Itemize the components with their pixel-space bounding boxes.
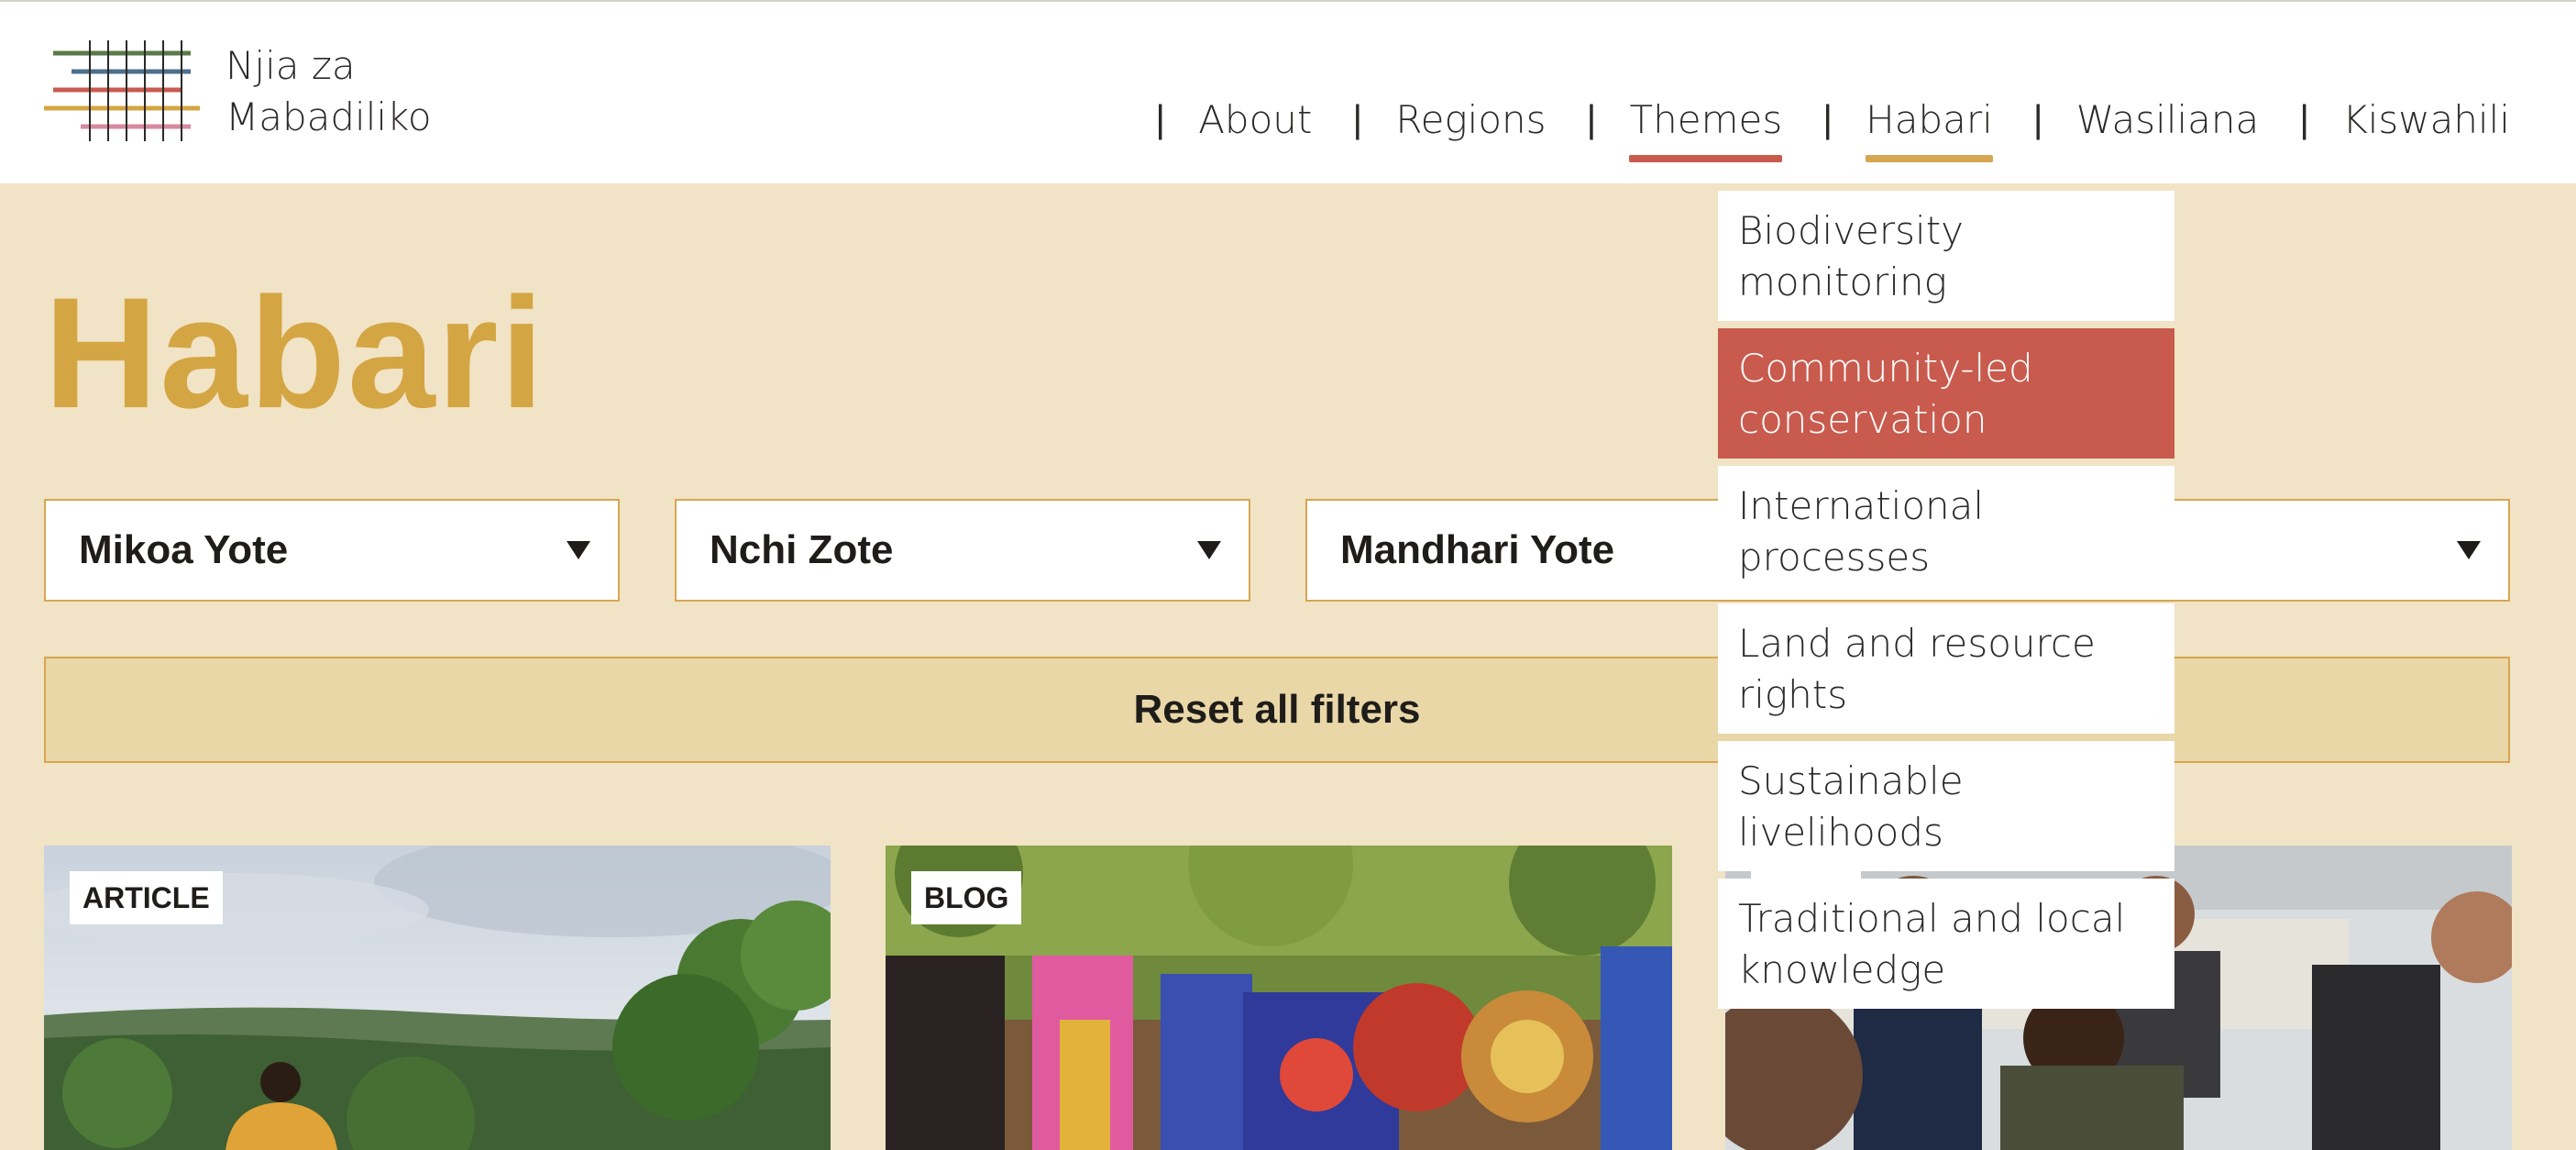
nav-separator: | (2032, 97, 2043, 140)
region-filter-select[interactable]: Mikoa Yote (44, 499, 620, 602)
chevron-down-icon (1197, 541, 1221, 559)
chevron-down-icon (2457, 541, 2481, 559)
nav-themes[interactable]: Themes (1629, 97, 1783, 162)
themes-dropdown-menu: Biodiversity monitoring Community-led co… (1718, 191, 2174, 1016)
menu-item-traditional-and-local-knowledge[interactable]: Traditional and local knowledge (1718, 879, 2174, 1009)
menu-item-sustainable-livelihoods[interactable]: Sustainable livelihoods (1718, 741, 2174, 871)
site-name: Njia za Mabadiliko (226, 40, 432, 143)
country-filter-value: Nchi Zote (710, 527, 894, 572)
logo-mark-icon (44, 40, 200, 141)
site-header: Njia za Mabadiliko | About | Regions | T… (0, 0, 2576, 183)
menu-item-community-led-conservation[interactable]: Community-led conservation (1718, 328, 2174, 459)
nav-separator: | (1155, 97, 1166, 140)
nav-separator: | (1352, 97, 1363, 140)
region-filter-value: Mikoa Yote (79, 527, 289, 572)
nav-habari[interactable]: Habari (1866, 97, 1993, 162)
news-card[interactable]: ARTICLE (44, 846, 831, 1150)
nav-regions[interactable]: Regions (1395, 97, 1546, 142)
content-type-badge: BLOG (911, 871, 1022, 924)
chevron-down-icon (567, 541, 590, 559)
nav-themes-underline (1629, 154, 1783, 162)
menu-item-land-and-resource-rights[interactable]: Land and resource rights (1718, 603, 2174, 734)
nav-language-kiswahili[interactable]: Kiswahili (2342, 97, 2510, 142)
menu-item-biodiversity-monitoring[interactable]: Biodiversity monitoring (1718, 191, 2174, 321)
content-type-badge: ARTICLE (70, 871, 223, 924)
site-name-line1: Njia za (226, 43, 356, 88)
site-logo[interactable]: Njia za Mabadiliko (44, 39, 432, 145)
news-card[interactable]: BLOG (886, 846, 1672, 1150)
menu-item-international-processes[interactable]: International processes (1718, 466, 2174, 596)
reset-filters-label: Reset all filters (1133, 687, 1421, 732)
nav-about[interactable]: About (1198, 97, 1312, 142)
nav-separator: | (1586, 97, 1597, 140)
nav-separator: | (2299, 97, 2310, 140)
theme-filter-value: Mandhari Yote (1340, 527, 1615, 572)
page-title: Habari (44, 265, 546, 441)
nav-habari-underline (1866, 154, 1993, 162)
nav-separator: | (1822, 97, 1833, 140)
main-nav: | About | Regions | Themes | Habari | Wa… (1155, 90, 2510, 162)
nav-wasiliana[interactable]: Wasiliana (2076, 97, 2260, 142)
site-name-line2: Mabadiliko (226, 94, 432, 139)
country-filter-select[interactable]: Nchi Zote (675, 499, 1250, 602)
